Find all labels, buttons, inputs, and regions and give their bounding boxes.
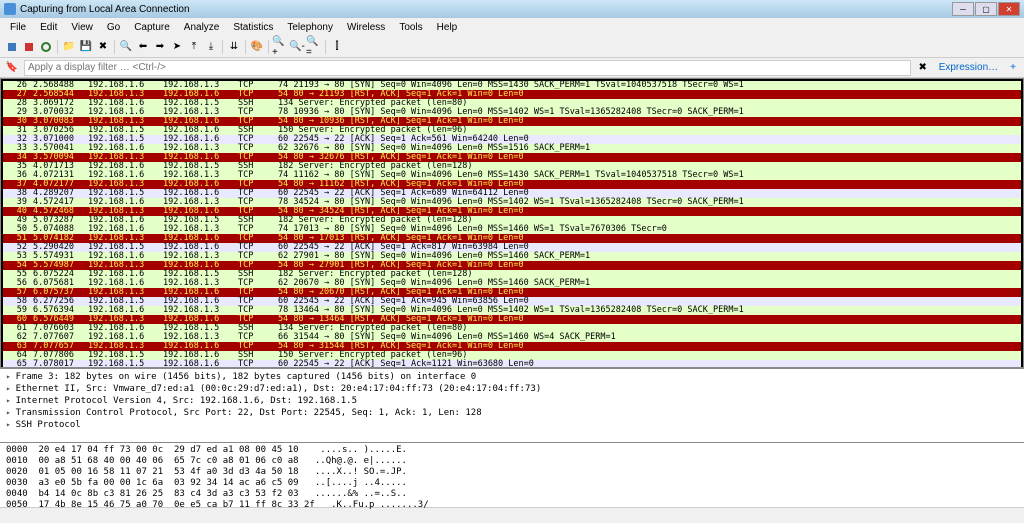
go-to-packet-icon[interactable]: ➤ — [169, 39, 185, 55]
stop-capture-icon[interactable] — [21, 39, 37, 55]
detail-ssh[interactable]: SSH Protocol — [6, 419, 1018, 431]
auto-scroll-icon[interactable]: ⇊ — [226, 39, 242, 55]
main-toolbar: 📁 💾 ✖ 🔍 ⬅ ➡ ➤ ⤒ ⤓ ⇊ 🎨 🔍+ 🔍- 🔍= ⫿ — [0, 36, 1024, 58]
menu-go[interactable]: Go — [101, 21, 126, 34]
menu-file[interactable]: File — [4, 21, 32, 34]
app-icon — [4, 3, 16, 15]
open-file-icon[interactable]: 📁 — [61, 39, 77, 55]
menu-wireless[interactable]: Wireless — [341, 21, 391, 34]
menu-tools[interactable]: Tools — [393, 21, 428, 34]
detail-tcp[interactable]: Transmission Control Protocol, Src Port:… — [6, 407, 1018, 419]
col-number: 65 — [7, 360, 33, 368]
packet-row[interactable]: 272.568544192.168.1.3192.168.1.6TCP54 80… — [3, 90, 1021, 99]
detail-ip[interactable]: Internet Protocol Version 4, Src: 192.16… — [6, 395, 1018, 407]
resize-columns-icon[interactable]: ⫿ — [329, 39, 345, 55]
filter-toolbar: 🔖 ✖ Expression… + — [0, 58, 1024, 78]
detail-ethernet[interactable]: Ethernet II, Src: Vmware_d7:ed:a1 (00:0c… — [6, 383, 1018, 395]
packet-row[interactable]: 606.576449192.168.1.3192.168.1.6TCP54 80… — [3, 315, 1021, 324]
menu-telephony[interactable]: Telephony — [281, 21, 339, 34]
filter-clear-icon[interactable]: ✖ — [915, 60, 931, 76]
packet-row[interactable]: 637.077657192.168.1.3192.168.1.6TCP54 80… — [3, 342, 1021, 351]
packet-row[interactable]: 343.570094192.168.1.3192.168.1.6TCP54 80… — [3, 153, 1021, 162]
restart-capture-icon[interactable] — [38, 39, 54, 55]
window-title: Capturing from Local Area Connection — [20, 4, 952, 15]
packet-row[interactable]: 657.078017192.168.1.5192.168.1.6TCP60 22… — [3, 360, 1021, 368]
go-back-icon[interactable]: ⬅ — [135, 39, 151, 55]
close-button[interactable]: ✕ — [998, 2, 1020, 16]
menu-analyze[interactable]: Analyze — [178, 21, 226, 34]
col-info: 60 22545 → 22 [ACK] Seq=1 Ack=1121 Win=6… — [278, 360, 1017, 368]
packet-bytes-pane[interactable]: 0000 20 e4 17 04 ff 73 00 0c 29 d7 ed a1… — [0, 442, 1024, 507]
detail-frame[interactable]: Frame 3: 182 bytes on wire (1456 bits), … — [6, 371, 1018, 383]
col-destination: 192.168.1.6 — [163, 360, 238, 368]
zoom-out-icon[interactable]: 🔍- — [289, 39, 305, 55]
packet-details-pane[interactable]: Frame 3: 182 bytes on wire (1456 bits), … — [0, 368, 1024, 442]
menu-edit[interactable]: Edit — [34, 21, 63, 34]
col-time: 7.078017 — [33, 360, 88, 368]
packet-list-pane[interactable]: 262.568488192.168.1.6192.168.1.3TCP74 21… — [0, 78, 1024, 368]
close-file-icon[interactable]: ✖ — [95, 39, 111, 55]
first-packet-icon[interactable]: ⤒ — [186, 39, 202, 55]
save-file-icon[interactable]: 💾 — [78, 39, 94, 55]
col-source: 192.168.1.5 — [88, 360, 163, 368]
zoom-in-icon[interactable]: 🔍+ — [272, 39, 288, 55]
menu-statistics[interactable]: Statistics — [227, 21, 279, 34]
go-forward-icon[interactable]: ➡ — [152, 39, 168, 55]
filter-add-button[interactable]: + — [1006, 62, 1020, 73]
display-filter-input[interactable] — [24, 60, 911, 76]
packet-row[interactable]: 404.572468192.168.1.3192.168.1.6TCP54 80… — [3, 207, 1021, 216]
menu-capture[interactable]: Capture — [128, 21, 176, 34]
find-icon[interactable]: 🔍 — [118, 39, 134, 55]
last-packet-icon[interactable]: ⤓ — [203, 39, 219, 55]
menu-view[interactable]: View — [65, 21, 99, 34]
zoom-reset-icon[interactable]: 🔍= — [306, 39, 322, 55]
filter-bookmark-icon[interactable]: 🔖 — [4, 60, 20, 76]
minimize-button[interactable]: ─ — [952, 2, 974, 16]
start-capture-icon[interactable] — [4, 39, 20, 55]
title-bar: Capturing from Local Area Connection ─ ▢… — [0, 0, 1024, 18]
maximize-button[interactable]: ▢ — [975, 2, 997, 16]
menu-help[interactable]: Help — [431, 21, 464, 34]
col-protocol: TCP — [238, 360, 278, 368]
packet-row[interactable]: 545.574987192.168.1.3192.168.1.6TCP54 80… — [3, 261, 1021, 270]
menu-bar: File Edit View Go Capture Analyze Statis… — [0, 18, 1024, 36]
colorize-icon[interactable]: 🎨 — [249, 39, 265, 55]
expression-button[interactable]: Expression… — [935, 62, 1002, 73]
packet-row[interactable]: 303.070083192.168.1.3192.168.1.6TCP54 80… — [3, 117, 1021, 126]
